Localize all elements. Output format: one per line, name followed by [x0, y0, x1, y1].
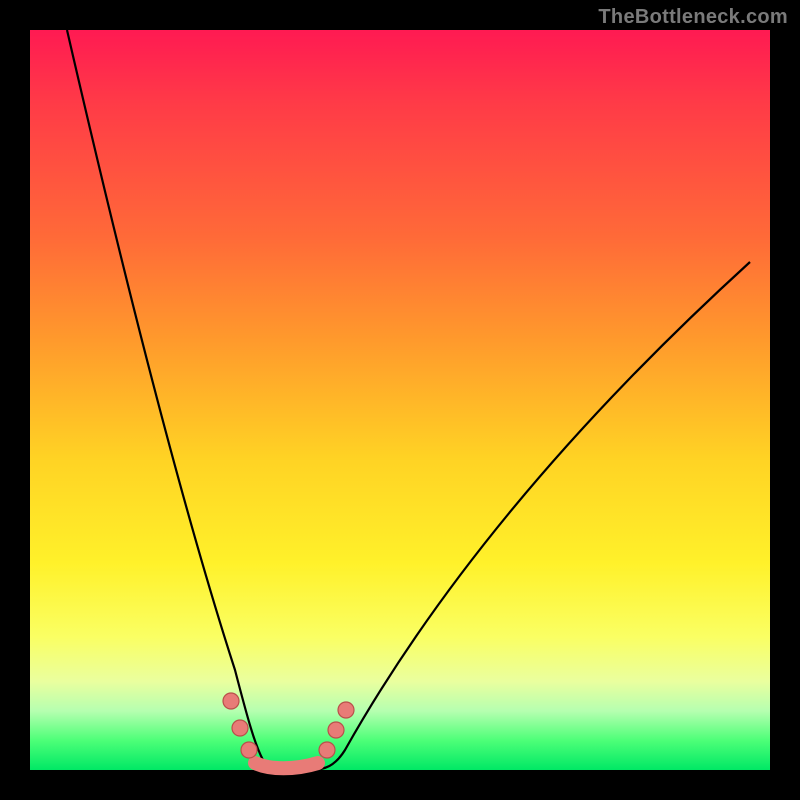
bottleneck-curve [30, 30, 770, 770]
bead-left-3 [241, 742, 257, 758]
bead-right-3 [338, 702, 354, 718]
plot-area [30, 30, 770, 770]
bead-left-2 [232, 720, 248, 736]
bead-right-1 [319, 742, 335, 758]
bead-right-2 [328, 722, 344, 738]
valley-highlight [255, 763, 318, 768]
bead-left-1 [223, 693, 239, 709]
curve-path [67, 30, 750, 770]
watermark-text: TheBottleneck.com [598, 6, 788, 29]
chart-container: TheBottleneck.com [0, 0, 800, 800]
